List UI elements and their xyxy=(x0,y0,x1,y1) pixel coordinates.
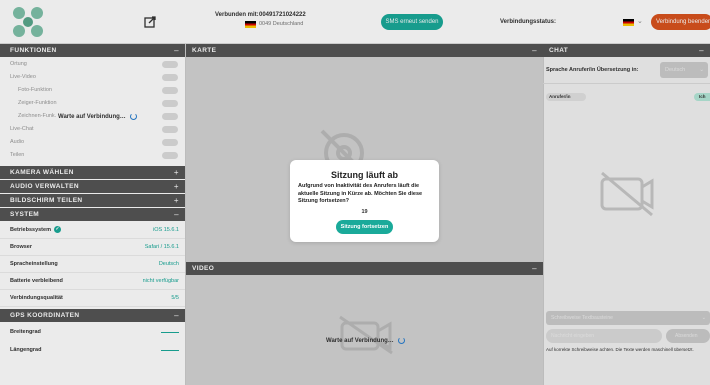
modal-text: Aufgrund von Inaktivität des Anrufers lä… xyxy=(298,183,423,204)
session-expiry-modal: Sitzung läuft ab Aufgrund von Inaktivitä… xyxy=(290,160,439,242)
countdown: 19 xyxy=(361,208,368,215)
modal-title: Sitzung läuft ab xyxy=(331,170,398,180)
continue-session-button[interactable]: Sitzung fortsetzen xyxy=(336,220,393,234)
